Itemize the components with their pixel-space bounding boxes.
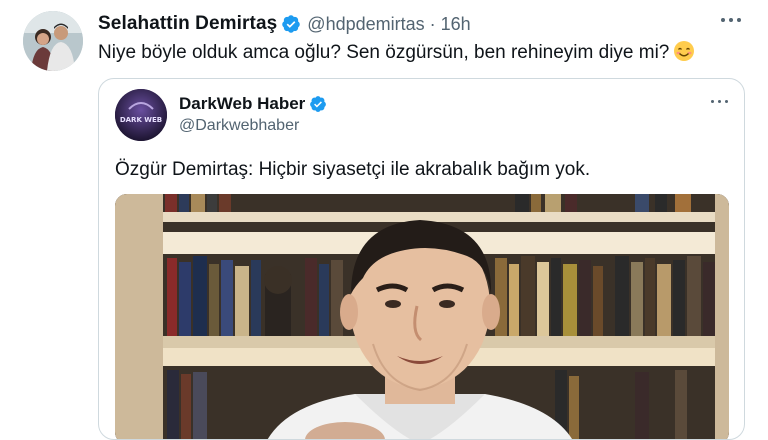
quoted-author-handle[interactable]: @Darkwebhaber [179, 117, 299, 135]
separator-dot: · [429, 13, 436, 34]
author-name[interactable]: Selahattin Demirtaş [98, 13, 277, 35]
quoted-author-name-row: DarkWeb Haber [179, 94, 327, 114]
smiling-face-emoji-icon [673, 40, 695, 62]
quoted-avatar-logo-text: DARK WEB [120, 116, 162, 124]
tweet-text-content: Niye böyle olduk amca oğlu? Sen özgürsün… [98, 42, 670, 63]
quoted-media-image[interactable] [115, 194, 729, 439]
tweet-header: Selahattin Demirtaş @hdpdemirtas · 16h [98, 12, 471, 36]
quoted-tweet-text: Özgür Demirtaş: Hiçbir siyasetçi ile akr… [115, 159, 591, 180]
quoted-author-avatar[interactable]: DARK WEB [115, 89, 167, 141]
author-avatar[interactable] [23, 11, 83, 71]
quoted-more-options-icon[interactable] [710, 97, 730, 107]
tweet-text: Niye böyle olduk amca oğlu? Sen özgürsün… [98, 40, 695, 64]
verified-badge-icon [281, 14, 301, 34]
quoted-tweet-card[interactable]: DARK WEB DarkWeb Haber @Darkwebhaber Özg… [98, 78, 745, 440]
more-options-icon[interactable] [720, 14, 742, 26]
quoted-verified-badge-icon [309, 95, 327, 113]
quoted-author-name[interactable]: DarkWeb Haber [179, 94, 305, 114]
author-handle[interactable]: @hdpdemirtas [307, 14, 424, 35]
tweet-timestamp[interactable]: 16h [441, 14, 471, 35]
